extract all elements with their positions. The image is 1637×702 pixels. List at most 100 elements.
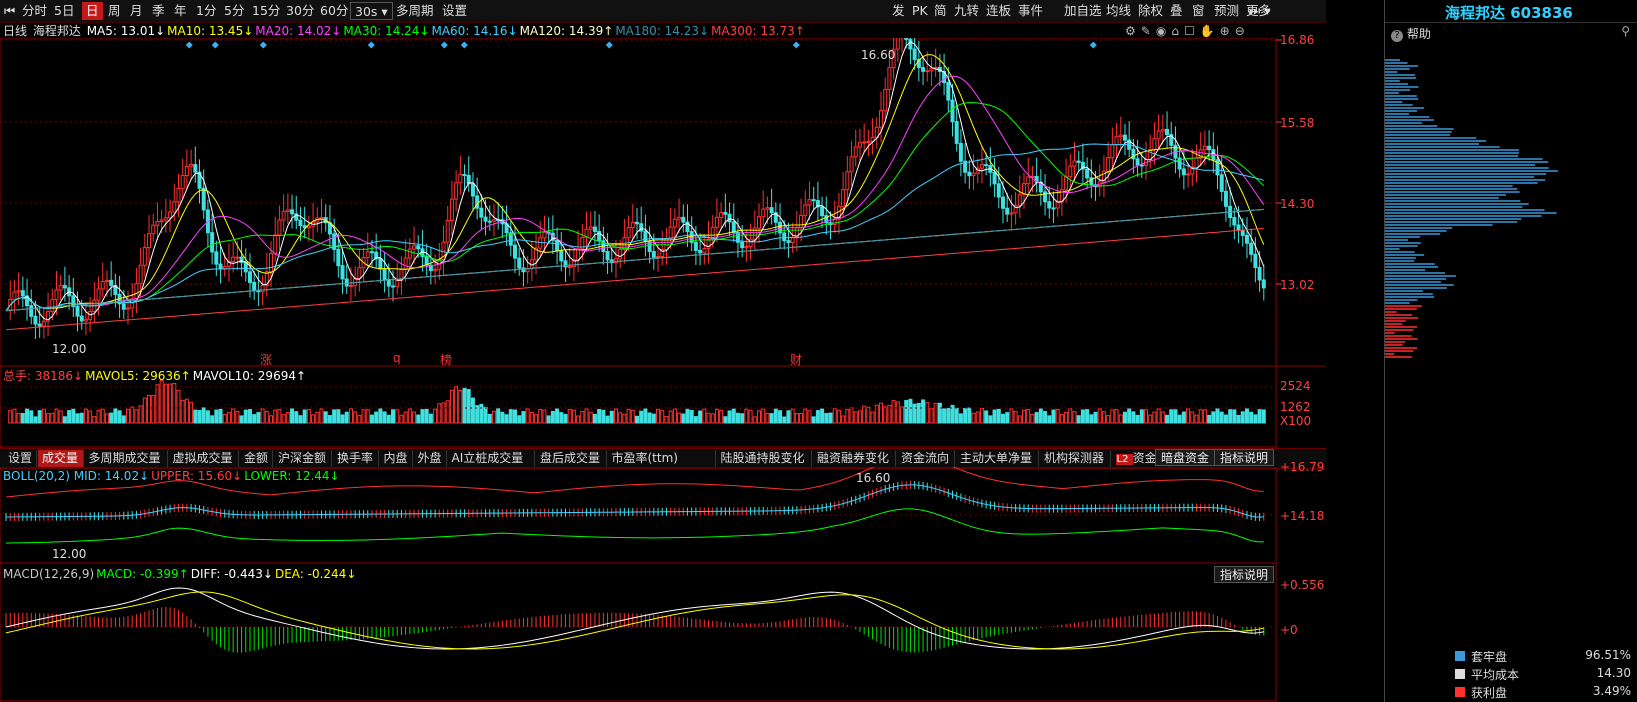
volume-bar	[298, 415, 303, 424]
priceAxis-label-0: 16.86	[1280, 33, 1315, 47]
period-tab-13[interactable]: 多周期	[392, 2, 438, 20]
boll-help-button[interactable]: 指标说明	[1214, 449, 1275, 466]
period-tab-6[interactable]: 年	[170, 2, 191, 20]
period-tab-10[interactable]: 30分	[282, 2, 318, 20]
volume-bar	[1194, 414, 1199, 424]
volume-bar	[529, 412, 534, 424]
period-tab-8[interactable]: 5分	[220, 2, 248, 20]
indicator-tab-4[interactable]: 金额	[240, 450, 273, 467]
volume-bar	[1211, 411, 1216, 424]
pen-icon[interactable]: ✎	[1141, 24, 1156, 38]
trash-icon[interactable]: ☐	[1184, 24, 1200, 38]
indicator-tab-5[interactable]: 沪深金额	[274, 450, 332, 467]
period-tab-4[interactable]: 月	[126, 2, 147, 20]
period-tab-7[interactable]: 1分	[192, 2, 220, 20]
period-tab-1[interactable]: 5日	[50, 2, 78, 20]
kline-candle	[559, 250, 564, 262]
indicator-tab-label: 资金流向	[901, 451, 950, 465]
kline-candle	[214, 251, 219, 265]
kline-chart[interactable]	[0, 38, 1326, 448]
hand-icon[interactable]: ✋	[1200, 24, 1220, 38]
event-marker-1[interactable]: q	[393, 351, 401, 365]
volume-bar	[1152, 411, 1157, 424]
volume-bar	[1219, 411, 1224, 424]
toolbar-right-item-6[interactable]: 加自选	[1060, 2, 1106, 20]
indicator-tab-0[interactable]: 设置	[4, 450, 37, 467]
toolbar-right-item-8[interactable]: 除权	[1134, 2, 1167, 20]
indicator-tab-14[interactable]: 资金流向	[897, 450, 955, 467]
toolbar-right-item-10[interactable]: 窗	[1188, 2, 1209, 20]
toolbar-right-item-9[interactable]: 叠	[1166, 2, 1187, 20]
period-tab-0[interactable]: 分时	[18, 2, 51, 20]
toolbar-right-item-2[interactable]: 简	[930, 2, 951, 20]
volume-bar	[677, 412, 682, 424]
kline-candle	[677, 216, 682, 220]
zoom-in-icon[interactable]: ⊕	[1220, 24, 1235, 38]
indicator-tab-16[interactable]: 机构探测器	[1040, 450, 1111, 467]
event-marker-2[interactable]: 榜	[440, 351, 452, 368]
toolbar-right-item-0[interactable]: 发	[888, 2, 909, 20]
zoom-out-icon[interactable]: ⊖	[1235, 24, 1250, 38]
pin-icon[interactable]: ⚲	[1621, 24, 1630, 38]
volume-bar	[1047, 415, 1052, 424]
lock-icon[interactable]: ⌂	[1171, 24, 1184, 38]
priceAxis-label-1: 15.58	[1280, 116, 1315, 130]
indicator-tab-6[interactable]: 换手率	[333, 450, 379, 467]
dark-pool-button[interactable]: 暗盘资金	[1155, 449, 1216, 466]
toolbar-right-item-11[interactable]: 预测	[1210, 2, 1243, 20]
volume-bar	[626, 408, 631, 424]
kline-candle	[656, 256, 661, 259]
volume-bar	[437, 403, 442, 424]
volume-bar	[454, 385, 459, 424]
volume-bar	[1017, 415, 1022, 424]
volume-bar	[500, 411, 505, 424]
toolbar-right-item-3[interactable]: 九转	[950, 2, 983, 20]
volume-bar	[247, 409, 252, 424]
bollAxis-label-0: +16.79	[1280, 460, 1325, 474]
kline-candle	[193, 164, 198, 173]
volume-bar	[735, 412, 740, 424]
period-tab-14[interactable]: 设置	[438, 2, 471, 20]
event-marker-3[interactable]: 财	[790, 351, 802, 368]
indicator-tab-15[interactable]: 主动大单净量	[956, 450, 1039, 467]
eye-icon[interactable]: ◉	[1156, 24, 1171, 38]
indicator-tab-12[interactable]: 陆股通持股变化	[717, 450, 812, 467]
period-tab-2[interactable]: 日	[82, 2, 103, 20]
period-tab-3[interactable]: 周	[104, 2, 125, 20]
volume-bar	[1160, 411, 1165, 424]
toolbar-right-item-4[interactable]: 连板	[982, 2, 1015, 20]
event-marker-0[interactable]: 涨	[260, 351, 272, 368]
kline-candle	[588, 226, 593, 230]
volume-bar	[205, 410, 210, 424]
volume-bar	[142, 397, 147, 424]
volume-bar	[462, 387, 467, 424]
volume-bar	[332, 409, 337, 424]
volume-bar	[1110, 409, 1115, 424]
macd-help-button[interactable]: 指标说明	[1214, 566, 1275, 583]
period-tab-5[interactable]: 季	[148, 2, 169, 20]
period-tab-9[interactable]: 15分	[248, 2, 284, 20]
indicator-tab-2[interactable]: 多周期成交量	[85, 450, 168, 467]
indicator-tab-3[interactable]: 虚拟成交量	[169, 450, 239, 467]
indicator-tab-1[interactable]: 成交量	[38, 450, 84, 467]
indicator-tab-10[interactable]: 盘后成交量	[536, 450, 607, 467]
volume-bar	[550, 410, 555, 424]
indicator-tab-7[interactable]: 内盘	[380, 450, 413, 467]
volume-bar	[445, 400, 450, 424]
toolbar-end-arrow-icon[interactable]: ⏭ ▾	[1245, 2, 1275, 20]
toolbar-right-item-1[interactable]: PK	[908, 2, 932, 20]
indicator-tab-11[interactable]: 市盈率(ttm)	[608, 450, 716, 467]
gear-icon[interactable]: ⚙	[1125, 24, 1141, 38]
toolbar-right-item-5[interactable]: 事件	[1014, 2, 1047, 20]
volume-bar	[348, 408, 353, 424]
indicator-tab-8[interactable]: 外盘	[414, 450, 447, 467]
main-legend: 日线 海程邦达 MA5: 13.01↓ MA10: 13.45↓ MA20: 14.…	[3, 23, 809, 39]
toolbar-right-item-7[interactable]: 均线	[1102, 2, 1135, 20]
period-tab-11[interactable]: 60分	[316, 2, 352, 20]
kline-candle	[1236, 224, 1241, 231]
volume-bar	[1068, 408, 1073, 424]
indicator-tab-13[interactable]: 融资融券变化	[813, 450, 896, 467]
volume-bar	[441, 402, 446, 424]
indicator-tab-9[interactable]: AI立桩成交量	[448, 450, 535, 467]
period-tab-12[interactable]: 30s ▾	[350, 2, 393, 20]
